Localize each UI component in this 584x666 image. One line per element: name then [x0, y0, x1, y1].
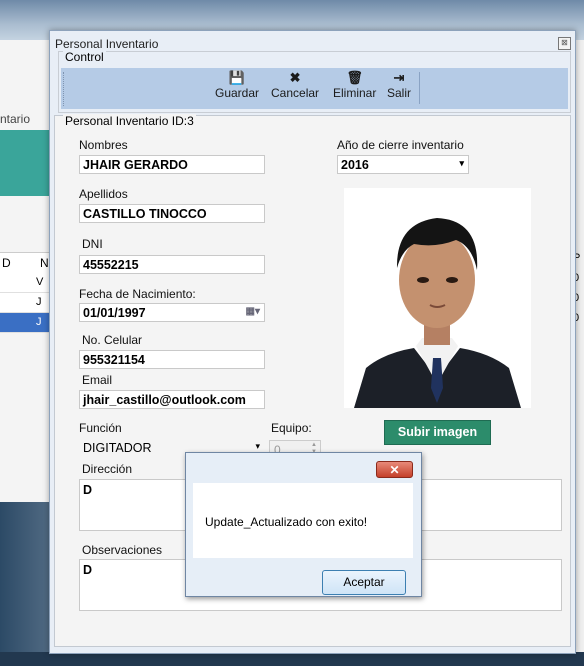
window-close-icon[interactable]: ⊠: [558, 37, 571, 50]
fecha-label: Fecha de Nacimiento:: [79, 287, 196, 301]
person-photo-icon: [344, 188, 531, 408]
funcion-value: DIGITADOR: [83, 441, 152, 455]
control-legend: Control: [63, 50, 106, 64]
toolbar-grip[interactable]: [63, 72, 67, 106]
apellidos-label: Apellidos: [79, 187, 128, 201]
grid-header-n: N: [40, 256, 49, 270]
dialog-body: Update_Actualizado con exito!: [193, 483, 413, 558]
cancelar-label: Cancelar: [271, 86, 320, 100]
salir-label: Salir: [387, 86, 412, 100]
trash-icon: 🗑: [346, 70, 363, 85]
guardar-button[interactable]: 💾 Guardar: [215, 70, 259, 100]
celular-field[interactable]: 955321154: [79, 350, 265, 369]
exit-icon: ⇥: [393, 70, 405, 85]
message-dialog: ✕ Update_Actualizado con exito! Aceptar: [185, 452, 422, 597]
nombres-label: Nombres: [79, 138, 128, 152]
table-row[interactable]: V: [0, 273, 52, 293]
email-label: Email: [82, 373, 113, 387]
observaciones-label: Observaciones: [82, 543, 163, 557]
table-row[interactable]: J: [0, 293, 52, 313]
dropdown-arrow-icon: ▾: [459, 158, 464, 168]
save-icon: 💾: [228, 70, 246, 85]
toolbar-separator: [419, 72, 420, 104]
apellidos-field[interactable]: CASTILLO TINOCCO: [79, 204, 265, 223]
grid-header-d: D: [2, 256, 11, 270]
funcion-label: Función: [79, 421, 122, 435]
fecha-value: 01/01/1997: [83, 306, 146, 320]
cancel-icon: ✖: [289, 70, 301, 85]
anio-value: 2016: [341, 158, 369, 172]
dropdown-arrow-icon: ▾: [255, 441, 260, 451]
background-tab-label[interactable]: ntario: [0, 112, 30, 126]
guardar-label: Guardar: [215, 86, 260, 100]
employee-photo: [344, 188, 531, 408]
celular-label: No. Celular: [82, 333, 143, 347]
cancelar-button[interactable]: ✖ Cancelar: [271, 70, 319, 100]
aceptar-button[interactable]: Aceptar: [322, 570, 406, 595]
background-grid: D N V J J: [0, 252, 52, 333]
form-legend: Personal Inventario ID:3: [63, 114, 196, 128]
calendar-icon[interactable]: ▦▾: [246, 306, 260, 317]
control-group: Control 💾 Guardar ✖ Cancelar 🗑 Eliminar …: [58, 50, 571, 113]
dni-field[interactable]: 45552215: [79, 255, 265, 274]
eliminar-label: Eliminar: [333, 86, 377, 100]
taskbar-strip: [0, 652, 584, 666]
dni-label: DNI: [82, 237, 103, 251]
direccion-label: Dirección: [82, 462, 133, 476]
background-teal-header: [0, 130, 52, 196]
window-title: Personal Inventario: [55, 37, 159, 51]
subir-imagen-button[interactable]: Subir imagen: [384, 420, 491, 445]
equipo-label: Equipo:: [271, 421, 312, 435]
anio-label: Año de cierre inventario: [337, 138, 464, 152]
dialog-message: Update_Actualizado con exito!: [205, 515, 368, 529]
fecha-datepicker[interactable]: 01/01/1997 ▦▾: [79, 303, 265, 322]
toolbar: 💾 Guardar ✖ Cancelar 🗑 Eliminar ⇥ Salir: [61, 68, 568, 109]
eliminar-button[interactable]: 🗑 Eliminar: [333, 70, 376, 100]
table-row-selected[interactable]: J: [0, 313, 52, 333]
anio-select[interactable]: 2016 ▾: [337, 155, 469, 174]
email-field[interactable]: jhair_castillo@outlook.com: [79, 390, 265, 409]
salir-button[interactable]: ⇥ Salir: [387, 70, 411, 100]
dialog-close-icon[interactable]: ✕: [376, 461, 413, 478]
nombres-field[interactable]: JHAIR GERARDO: [79, 155, 265, 174]
